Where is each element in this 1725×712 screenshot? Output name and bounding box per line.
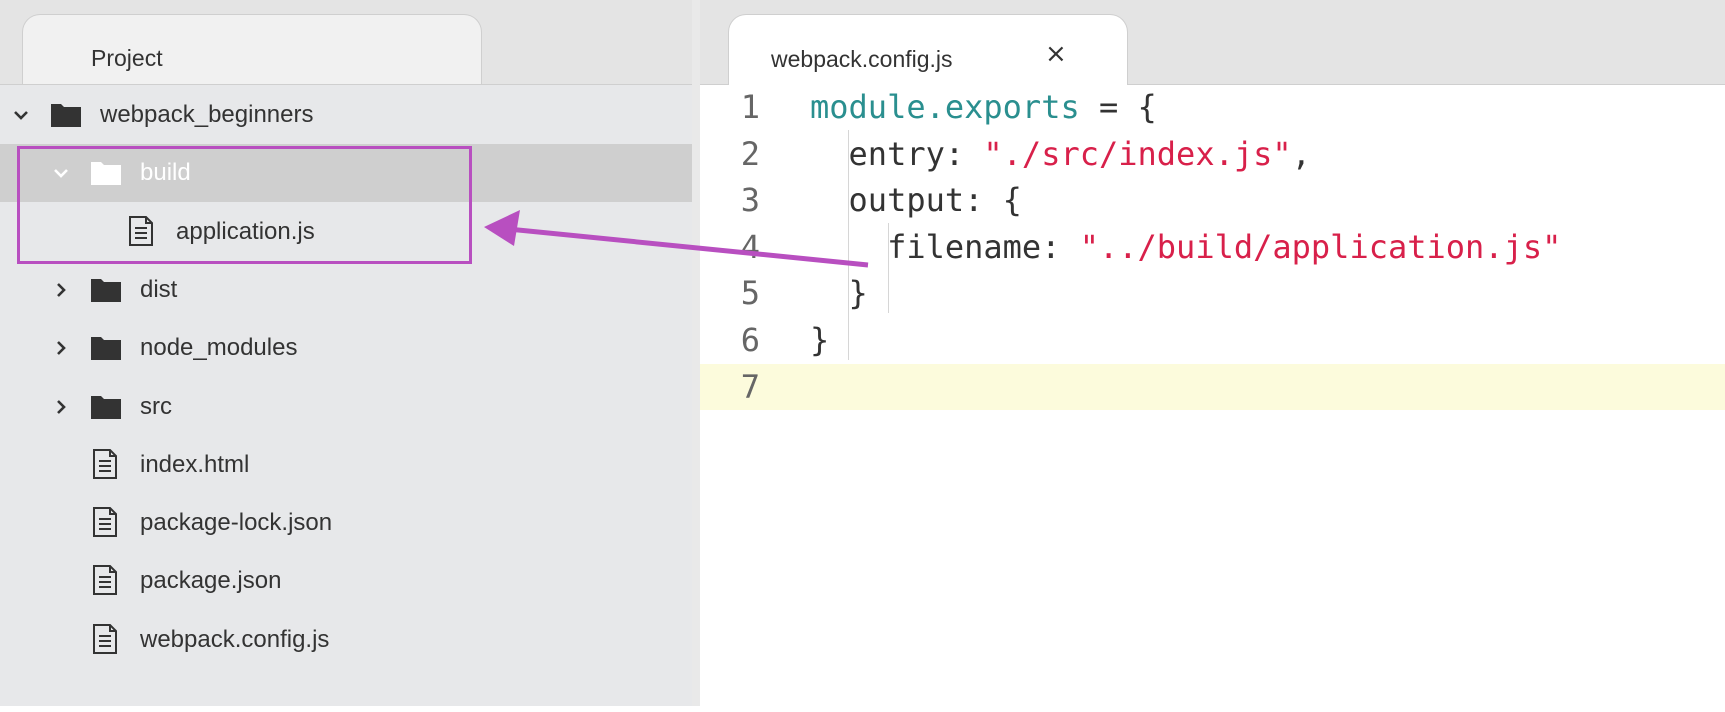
tree-item-label: package.json xyxy=(140,567,282,595)
folder-icon xyxy=(90,333,122,368)
tree-item-label: src xyxy=(140,392,172,420)
code-token: output: { xyxy=(810,181,1022,220)
file-icon xyxy=(92,448,118,487)
code-token: } xyxy=(810,321,830,359)
tree-folder-item[interactable]: node_modules xyxy=(0,319,692,377)
code-text: module.exports = { xyxy=(810,84,1157,131)
code-line[interactable]: 6} xyxy=(700,317,1725,364)
code-line[interactable]: 5 } xyxy=(700,270,1725,317)
code-text: entry: "./src/index.js", xyxy=(810,131,1311,178)
code-text: filename: "../build/application.js" xyxy=(810,224,1561,271)
code-token: filename: xyxy=(810,227,1080,266)
editor-tabbar: webpack.config.js × xyxy=(700,0,1725,85)
project-panel: Project webpack_beginners build applicatio… xyxy=(0,0,692,706)
code-line[interactable]: 4 filename: "../build/application.js" xyxy=(700,224,1725,271)
tab-webpack-config[interactable]: webpack.config.js × xyxy=(728,14,1128,85)
line-number: 2 xyxy=(740,134,760,173)
code-line[interactable]: 2 entry: "./src/index.js", xyxy=(700,131,1725,178)
tab-project-label: Project xyxy=(91,45,163,71)
tree-file-item[interactable]: package-lock.json xyxy=(0,494,692,552)
tree-item-label: webpack.config.js xyxy=(140,625,330,653)
folder-icon xyxy=(90,392,122,427)
panel-divider[interactable] xyxy=(692,0,700,706)
code-token: = { xyxy=(1079,88,1157,126)
code-line[interactable]: 1 module.exports = { xyxy=(700,84,1725,131)
tree-file-item[interactable]: package.json xyxy=(0,552,692,610)
project-tabbar: Project xyxy=(0,0,692,85)
tree-item-label: node_modules xyxy=(140,334,298,362)
code-token: entry: xyxy=(810,134,984,173)
code-keyword: module.exports xyxy=(810,88,1080,126)
tree-folder-item[interactable]: webpack_beginners xyxy=(0,86,692,144)
close-icon[interactable]: × xyxy=(1045,41,1067,67)
line-number: 3 xyxy=(740,181,760,220)
line-number: 6 xyxy=(740,321,760,359)
code-text: } xyxy=(810,317,829,364)
code-string: "../build/application.js" xyxy=(1079,227,1562,266)
line-number: 4 xyxy=(740,227,760,266)
tree-item-label: webpack_beginners xyxy=(100,101,314,128)
file-icon xyxy=(92,564,118,603)
editor-panel: webpack.config.js × 1 module.exports = {2… xyxy=(700,0,1725,706)
file-icon xyxy=(92,623,118,662)
code-text: } xyxy=(810,270,868,317)
file-icon xyxy=(92,506,118,545)
folder-icon xyxy=(50,100,82,135)
indent-guide xyxy=(888,223,889,313)
chevron-right-icon[interactable] xyxy=(52,278,70,297)
tree-item-label: dist xyxy=(140,275,178,303)
chevron-down-icon[interactable] xyxy=(12,103,30,121)
line-number: 7 xyxy=(740,367,760,406)
tab-project[interactable]: Project xyxy=(22,14,482,84)
indent-guide xyxy=(848,130,849,360)
code-token: , xyxy=(1291,134,1311,173)
code-text: output: { xyxy=(810,177,1022,224)
line-number: 5 xyxy=(740,274,760,313)
editor-tab-label: webpack.config.js xyxy=(771,46,953,72)
code-token: } xyxy=(810,274,868,313)
folder-icon xyxy=(90,275,122,310)
tree-file-item[interactable]: index.html xyxy=(0,436,692,494)
code-string: "./src/index.js" xyxy=(983,134,1292,173)
tree-file-item[interactable]: webpack.config.js xyxy=(0,611,692,669)
tree-folder-item[interactable]: dist xyxy=(0,261,692,319)
annotation-highlight-box xyxy=(17,146,472,264)
code-line[interactable]: 7 xyxy=(700,363,1725,411)
tree-item-label: package-lock.json xyxy=(140,509,333,537)
chevron-right-icon[interactable] xyxy=(52,395,70,414)
code-line[interactable]: 3 output: { xyxy=(700,177,1725,224)
tree-folder-item[interactable]: src xyxy=(0,378,692,436)
code-editor[interactable]: 1 module.exports = {2 entry: "./src/index… xyxy=(700,86,1725,706)
chevron-right-icon[interactable] xyxy=(52,336,70,356)
tree-item-label: index.html xyxy=(140,450,250,478)
line-number: 1 xyxy=(740,88,760,126)
